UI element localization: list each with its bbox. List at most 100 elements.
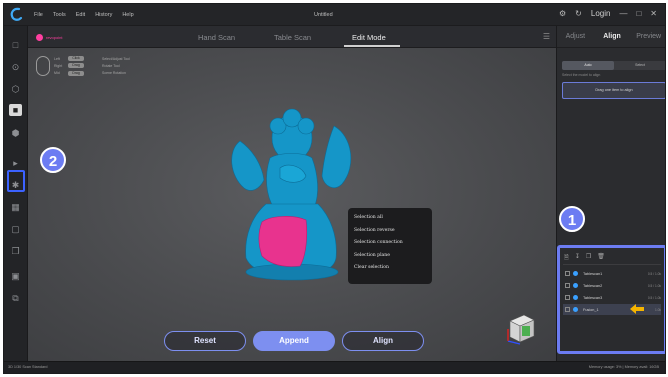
hint-button: Left [54,56,60,61]
menu-edit[interactable]: Edit [76,12,85,18]
hint-button: Right [54,63,63,68]
status-right: Memory usage: 3% | Memory avail: 16GB [588,365,659,369]
divider [563,264,661,265]
segment-auto[interactable]: Auto [562,61,614,70]
menu-history[interactable]: History [95,12,112,18]
hint-action: Click [68,56,84,62]
align-mode-toggle: Auto Select [562,61,665,70]
align-dropzone[interactable]: Drag one item to align [562,82,665,99]
tab-align[interactable]: Align [594,26,631,47]
3d-viewport[interactable]: Left Click Select/Adjust Tool Right Drag… [28,48,556,363]
checkbox[interactable] [565,271,570,276]
duplicate-icon[interactable]: ❐ [586,253,591,263]
crop-icon[interactable]: ▢ [9,223,22,235]
layers-icon[interactable]: ⧉ [9,292,22,304]
tab-adjust[interactable]: Adjust [557,26,594,47]
project-toolbar: 🗎 ↧ ❐ 🗑 [564,253,605,263]
menu-bar: File Tools Edit History Help [34,12,134,18]
active-tab-underline [344,45,400,47]
project-row-selected[interactable]: Fusion_1 1.0k [563,304,661,315]
titlebar-controls: ⚙ ↻ Login — □ ✕ [559,9,657,18]
project-list-panel: 🗎 ↧ ❐ 🗑 Tablescan1 0.5 / 1.0k Tablescan2… [557,245,665,354]
cube-icon[interactable]: ⬢ [9,127,22,139]
project-meta: 0.5 / 1.0k [647,283,661,288]
menu-file[interactable]: File [34,12,43,18]
close-icon[interactable]: ✕ [650,9,657,18]
copy-icon[interactable]: ❐ [9,245,22,257]
project-name: Tablescan1 [583,271,603,276]
append-button[interactable]: Append [253,331,335,351]
project-row[interactable]: Tablescan1 0.5 / 1.0k [563,268,661,279]
tab-table-scan[interactable]: Table Scan [274,33,311,42]
project-meta: 0.5 / 1.0k [647,295,661,300]
checkbox[interactable] [565,307,570,312]
menu-item-selection-connection[interactable]: Selection connection [354,240,426,253]
menu-item-selection-reverse[interactable]: Selection reverse [354,228,426,241]
minimize-icon[interactable]: — [619,9,627,18]
project-meta: 0.5 / 1.0k [647,271,661,276]
model-icon [573,283,578,288]
model-icon [573,295,578,300]
brand-badge: revopoint [36,32,96,42]
hint-description: Select/Adjust Tool [102,56,130,61]
arrow-left-icon [630,304,644,314]
point-cloud-icon[interactable]: ⊙ [9,61,22,73]
hint-action: Drag [68,70,84,76]
project-name: Tablescan2 [583,283,603,288]
checkbox[interactable] [565,283,570,288]
callout-1: 1 [559,206,585,232]
brand-label: revopoint [46,34,63,40]
mesh-icon[interactable]: ⬡ [9,83,22,95]
model-icon [573,307,578,312]
project-row[interactable]: Tablescan2 0.5 / 1.0k [563,280,661,291]
delete-icon[interactable]: 🗑 [597,253,605,263]
window-title: Untitled [314,12,333,18]
login-link[interactable]: Login [591,9,611,18]
hint-action: Drag [68,63,84,69]
hint-description: Rotate Tool [102,63,120,68]
right-panel-tabs: Adjust Align Preview [557,26,665,48]
left-toolbar: □ ⊙ ⬡ ■ ⬢ ▸ ✱ ▦ ▢ ❐ ▣ ⧉ [4,26,28,363]
status-bar: 3D 1/30 Scan Standard Memory usage: 3% |… [4,361,665,373]
refresh-icon[interactable]: ↻ [575,9,582,18]
segment-select[interactable]: Select [614,61,665,70]
import-icon[interactable]: ↧ [575,253,580,263]
menu-item-selection-plane[interactable]: Selection plane [354,253,426,266]
tab-preview[interactable]: Preview [630,26,665,47]
merge-icon[interactable]: ▣ [9,270,22,282]
callout-2: 2 [40,147,66,173]
align-button[interactable]: Align [342,331,424,351]
mouse-icon [36,56,50,76]
hint-description: Scene Rotation [102,71,126,76]
menu-tools[interactable]: Tools [53,12,66,18]
new-file-icon[interactable]: 🗎 [564,253,569,263]
reset-button[interactable]: Reset [164,331,246,351]
new-scan-icon[interactable]: □ [9,39,22,51]
project-name: Tablescan3 [583,295,603,300]
selected-region [258,216,308,267]
edit-tool-icon[interactable]: ■ [9,104,22,116]
checkbox[interactable] [565,295,570,300]
project-name: Fusion_1 [583,307,599,312]
app-window: File Tools Edit History Help Untitled ⚙ … [3,3,666,374]
menu-icon[interactable]: ☰ [543,32,550,41]
align-hint: Select the model to align [562,73,601,77]
select-tool-icon[interactable]: ▸ [9,157,22,169]
mouse-hints: Left Click Select/Adjust Tool Right Drag… [36,56,132,76]
orientation-cube-icon[interactable] [504,311,538,345]
status-left: 3D 1/30 Scan Standard [8,365,48,369]
project-row[interactable]: Tablescan3 0.5 / 1.0k [563,292,661,303]
menu-item-selection-all[interactable]: Selection all [354,215,426,228]
brush-icon[interactable]: ✱ [9,179,22,191]
menu-item-clear-selection[interactable]: Clear selection [354,265,426,278]
maximize-icon[interactable]: □ [636,9,641,18]
tab-edit-mode[interactable]: Edit Mode [352,33,386,42]
tab-hand-scan[interactable]: Hand Scan [198,33,235,42]
app-logo [10,7,23,21]
project-meta: 1.0k [654,307,661,312]
settings-icon[interactable]: ⚙ [559,9,566,18]
menu-help[interactable]: Help [122,12,133,18]
model-icon [573,271,578,276]
measure-icon[interactable]: ▦ [9,201,22,213]
mode-tabs: revopoint Hand Scan Table Scan Edit Mode… [28,26,556,48]
